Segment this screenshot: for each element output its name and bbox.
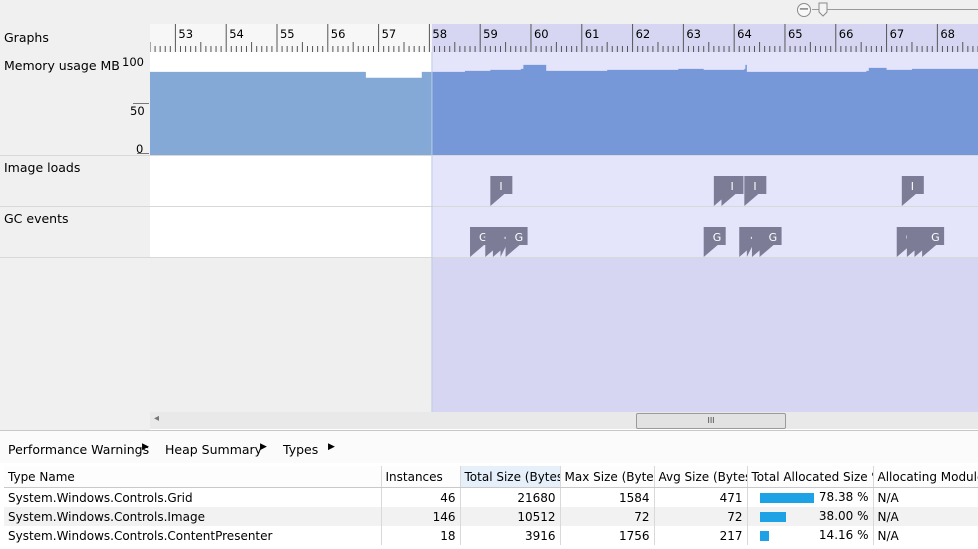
ruler-tick-label: 65: [788, 27, 803, 41]
cell-max-size: 72: [560, 507, 655, 526]
scroll-left-arrow[interactable]: ◂: [154, 413, 159, 424]
svg-text:I: I: [911, 180, 914, 193]
image-loads-label: Image loads: [4, 160, 81, 175]
svg-text:G: G: [931, 231, 940, 244]
column-header-total-size[interactable]: Total Size (Bytes): [460, 466, 561, 488]
table-row[interactable]: System.Windows.Controls.Image 146 10512 …: [4, 507, 978, 526]
svg-text:G: G: [713, 231, 722, 244]
cell-type-name: System.Windows.Controls.Image: [4, 507, 382, 526]
empty-selection-area: [431, 258, 978, 413]
cell-avg-size: 471: [654, 487, 748, 507]
allocated-pct-bar: [759, 512, 787, 522]
types-table: Type Name Instances Total Size (Bytes) M…: [4, 466, 978, 545]
row-divider: [0, 257, 150, 258]
zoom-slider-thumb[interactable]: [818, 2, 828, 17]
ruler-tick-label: 56: [331, 27, 346, 41]
table-row[interactable]: System.Windows.Controls.ContentPresenter…: [4, 526, 978, 545]
horizontal-scrollbar[interactable]: ◂ III: [150, 412, 978, 429]
svg-text:I: I: [753, 180, 756, 193]
cell-instances: 146: [381, 507, 461, 526]
memory-axis-tick: [137, 153, 149, 154]
ruler-tick-label: 62: [636, 27, 651, 41]
scrollbar-thumb[interactable]: III: [636, 413, 786, 429]
column-header-type-name[interactable]: Type Name: [4, 466, 382, 488]
svg-text:I: I: [499, 180, 502, 193]
ruler-tick-label: 60: [534, 27, 549, 41]
row-divider: [0, 206, 150, 207]
allocated-pct-text: 78.38 %: [818, 490, 869, 504]
graph-label-column: Graphs Memory usage MB Image loads GC ev…: [0, 24, 150, 430]
cell-max-size: 1584: [560, 487, 655, 507]
cell-allocated-pct: 14.16 %: [747, 526, 874, 545]
zoom-out-button[interactable]: −: [797, 3, 811, 17]
cell-instances: 46: [381, 487, 461, 507]
cell-type-name: System.Windows.Controls.Grid: [4, 487, 382, 507]
breadcrumb: Performance Warnings ▶ Heap Summary ▶ Ty…: [0, 431, 978, 463]
cell-type-name: System.Windows.Controls.ContentPresenter: [4, 526, 382, 545]
memory-axis-max: 100: [122, 55, 144, 69]
cell-total-size: 10512: [460, 507, 561, 526]
cell-allocating-module: N/A: [873, 526, 978, 545]
breadcrumb-heap-summary[interactable]: Heap Summary: [165, 442, 262, 457]
ruler-tick-label: 59: [483, 27, 498, 41]
ruler-tick-label: 55: [280, 27, 295, 41]
cell-total-size: 3916: [460, 526, 561, 545]
timeline-ruler[interactable]: 53 54 55 56 57 58 59 60 61 62 63 64 65 66 67 68: [150, 24, 978, 52]
table-row[interactable]: System.Windows.Controls.Grid 46 21680 15…: [4, 487, 978, 507]
column-header-allocating-module[interactable]: Allocating Module: [873, 466, 978, 488]
memory-axis-mid: 50: [130, 104, 145, 118]
allocated-pct-text: 38.00 %: [818, 509, 869, 523]
cell-allocated-pct: 38.00 %: [747, 507, 874, 526]
breadcrumb-arrow[interactable]: ▶: [260, 442, 267, 452]
allocated-pct-text: 14.16 %: [818, 528, 869, 542]
graph-plot-area[interactable]: IIIIIGGG‹GGG‹GGGGGG: [150, 52, 978, 430]
allocated-pct-bar: [759, 493, 815, 503]
cell-avg-size: 217: [654, 526, 748, 545]
empty-area: [150, 258, 432, 413]
ruler-tick-label: 68: [940, 27, 955, 41]
cell-allocating-module: N/A: [873, 487, 978, 507]
column-header-total-allocated-pct[interactable]: Total Allocated Size %: [747, 466, 874, 488]
svg-text:G: G: [515, 231, 524, 244]
ruler-tick-label: 64: [737, 27, 752, 41]
ruler-tick-label: 66: [839, 27, 854, 41]
breadcrumb-arrow[interactable]: ▶: [328, 442, 335, 452]
ruler-tick-label: 54: [229, 27, 244, 41]
column-header-max-size[interactable]: Max Size (Bytes): [560, 466, 655, 488]
row-divider: [0, 155, 150, 156]
toolbar: [0, 0, 978, 24]
breadcrumb-performance-warnings[interactable]: Performance Warnings: [8, 442, 149, 457]
svg-text:G: G: [769, 231, 778, 244]
zoom-slider-track[interactable]: [812, 9, 978, 10]
ruler-tick-label: 67: [890, 27, 905, 41]
cell-max-size: 1756: [560, 526, 655, 545]
breadcrumb-arrow[interactable]: ▶: [142, 442, 149, 452]
column-header-instances[interactable]: Instances: [381, 466, 461, 488]
cell-allocated-pct: 78.38 %: [747, 487, 874, 507]
column-header-avg-size[interactable]: Avg Size (Bytes): [654, 466, 748, 488]
table-header-row: Type Name Instances Total Size (Bytes) M…: [4, 466, 978, 488]
ruler-tick-label: 61: [585, 27, 600, 41]
breadcrumb-types[interactable]: Types: [283, 442, 318, 457]
details-panel: Performance Warnings ▶ Heap Summary ▶ Ty…: [0, 430, 978, 549]
cell-allocating-module: N/A: [873, 507, 978, 526]
svg-text:I: I: [730, 180, 733, 193]
ruler-tick-label: 57: [382, 27, 397, 41]
cell-avg-size: 72: [654, 507, 748, 526]
memory-usage-label: Memory usage MB: [4, 58, 120, 73]
graphs-label: Graphs: [4, 30, 49, 45]
ruler-tick-label: 63: [686, 27, 701, 41]
cell-total-size: 21680: [460, 487, 561, 507]
gc-events-label: GC events: [4, 211, 69, 226]
memory-axis-tick: [133, 103, 149, 104]
ruler-tick-label: 58: [432, 27, 447, 41]
allocated-pct-bar: [759, 531, 770, 541]
cell-instances: 18: [381, 526, 461, 545]
ruler-tick-label: 53: [178, 27, 193, 41]
